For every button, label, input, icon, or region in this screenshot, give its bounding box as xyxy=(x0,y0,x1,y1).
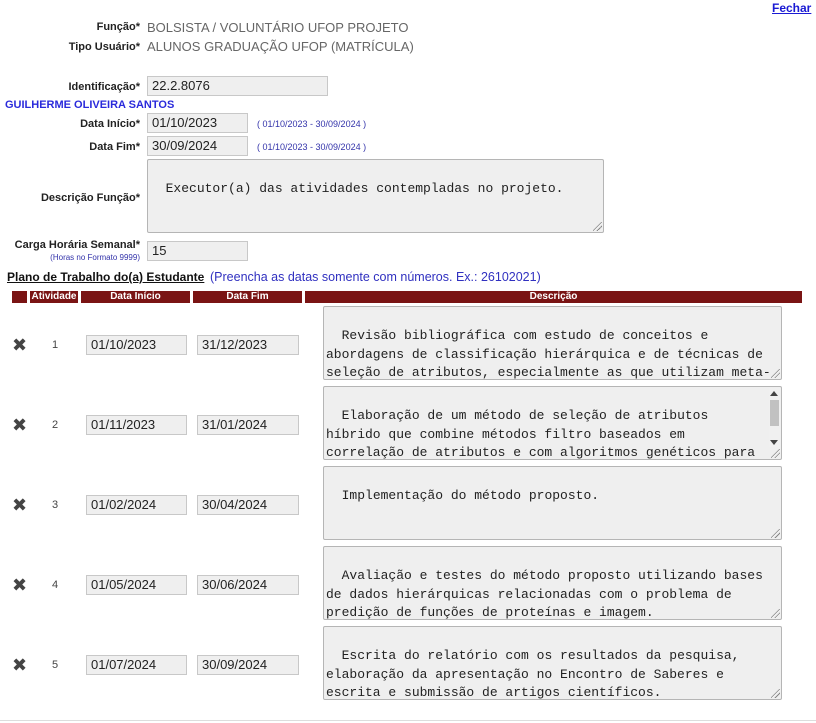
resize-grip-icon[interactable] xyxy=(771,529,780,538)
plan-title: Plano de Trabalho do(a) Estudante xyxy=(7,270,205,284)
identificacao-field[interactable]: 22.2.8076 xyxy=(147,76,328,96)
bottom-divider xyxy=(0,720,816,721)
col-header-data-fim: Data Fim xyxy=(193,291,302,303)
row-end-date-field[interactable]: 30/04/2024 xyxy=(197,495,299,515)
delete-row-icon[interactable]: ✖ xyxy=(12,336,27,354)
row-end-date-field[interactable]: 30/09/2024 xyxy=(197,655,299,675)
tipo-usuario-label: Tipo Usuário* xyxy=(68,41,140,53)
row-number: 4 xyxy=(52,579,59,591)
plan-date-note: (Preencha as datas somente com números. … xyxy=(210,270,541,284)
data-fim-label: Data Fim* xyxy=(89,141,140,153)
carga-horaria-label: Carga Horária Semanal* xyxy=(14,239,140,251)
row-description-textarea[interactable]: Elaboração de um método de seleção de at… xyxy=(323,386,782,460)
row-number: 3 xyxy=(52,499,59,511)
scroll-thumb[interactable] xyxy=(770,400,779,426)
delete-row-icon[interactable]: ✖ xyxy=(12,496,27,514)
data-inicio-range-hint: ( 01/10/2023 - 30/09/2024 ) xyxy=(257,119,367,129)
row-description-textarea[interactable]: Escrita do relatório com os resultados d… xyxy=(323,626,782,700)
col-header-atividade: Atividade xyxy=(30,291,78,303)
row-start-date-field[interactable]: 01/10/2023 xyxy=(86,335,187,355)
delete-row-icon[interactable]: ✖ xyxy=(12,656,27,674)
col-header-actions xyxy=(12,291,27,303)
resize-grip-icon[interactable] xyxy=(771,449,780,458)
resize-grip-icon[interactable] xyxy=(771,369,780,378)
funcao-value: BOLSISTA / VOLUNTÁRIO UFOP PROJETO xyxy=(147,20,409,35)
row-start-date-field[interactable]: 01/02/2024 xyxy=(86,495,187,515)
resize-grip-icon[interactable] xyxy=(771,609,780,618)
delete-row-icon[interactable]: ✖ xyxy=(12,576,27,594)
descricao-funcao-textarea[interactable]: Executor(a) das atividades contempladas … xyxy=(147,159,604,233)
row-description-text: Revisão bibliográfica com estudo de conc… xyxy=(326,328,771,380)
carga-horaria-format-hint: (Horas no Formato 9999) xyxy=(50,253,140,262)
student-name: GUILHERME OLIVEIRA SANTOS xyxy=(5,99,175,111)
row-end-date-field[interactable]: 30/06/2024 xyxy=(197,575,299,595)
scroll-up-icon[interactable] xyxy=(770,391,778,396)
carga-horaria-field[interactable]: 15 xyxy=(147,241,248,261)
col-header-descricao: Descrição xyxy=(305,291,802,303)
row-number: 5 xyxy=(52,659,59,671)
tipo-usuario-value: ALUNOS GRADUAÇÃO UFOP (MATRÍCULA) xyxy=(147,39,414,54)
row-start-date-field[interactable]: 01/05/2024 xyxy=(86,575,187,595)
row-start-date-field[interactable]: 01/07/2024 xyxy=(86,655,187,675)
row-number: 2 xyxy=(52,419,59,431)
row-description-textarea[interactable]: Avaliação e testes do método proposto ut… xyxy=(323,546,782,620)
resize-grip-icon[interactable] xyxy=(771,689,780,698)
descricao-funcao-label: Descrição Função* xyxy=(40,192,140,204)
row-description-text: Escrita do relatório com os resultados d… xyxy=(326,648,748,700)
data-fim-range-hint: ( 01/10/2023 - 30/09/2024 ) xyxy=(257,142,367,152)
resize-grip-icon[interactable] xyxy=(593,222,602,231)
data-inicio-label: Data Início* xyxy=(80,118,140,130)
row-start-date-field[interactable]: 01/11/2023 xyxy=(86,415,187,435)
descricao-funcao-text: Executor(a) das atividades contempladas … xyxy=(165,181,564,197)
scroll-down-icon[interactable] xyxy=(770,440,778,445)
row-description-textarea[interactable]: Revisão bibliográfica com estudo de conc… xyxy=(323,306,782,380)
row-description-text: Elaboração de um método de seleção de at… xyxy=(326,408,756,460)
funcao-label: Função* xyxy=(96,21,140,33)
row-end-date-field[interactable]: 31/01/2024 xyxy=(197,415,299,435)
row-number: 1 xyxy=(52,339,59,351)
row-description-text: Avaliação e testes do método proposto ut… xyxy=(326,568,771,620)
row-end-date-field[interactable]: 31/12/2023 xyxy=(197,335,299,355)
row-description-text: Implementação do método proposto. xyxy=(341,488,600,504)
data-fim-field[interactable]: 30/09/2024 xyxy=(147,136,248,156)
data-inicio-field[interactable]: 01/10/2023 xyxy=(147,113,248,133)
identificacao-label: Identificação* xyxy=(68,81,140,93)
col-header-data-inicio: Data Início xyxy=(81,291,190,303)
row-description-textarea[interactable]: Implementação do método proposto. xyxy=(323,466,782,540)
delete-row-icon[interactable]: ✖ xyxy=(12,416,27,434)
close-link[interactable]: Fechar xyxy=(772,1,811,15)
scrollbar[interactable] xyxy=(769,388,780,447)
